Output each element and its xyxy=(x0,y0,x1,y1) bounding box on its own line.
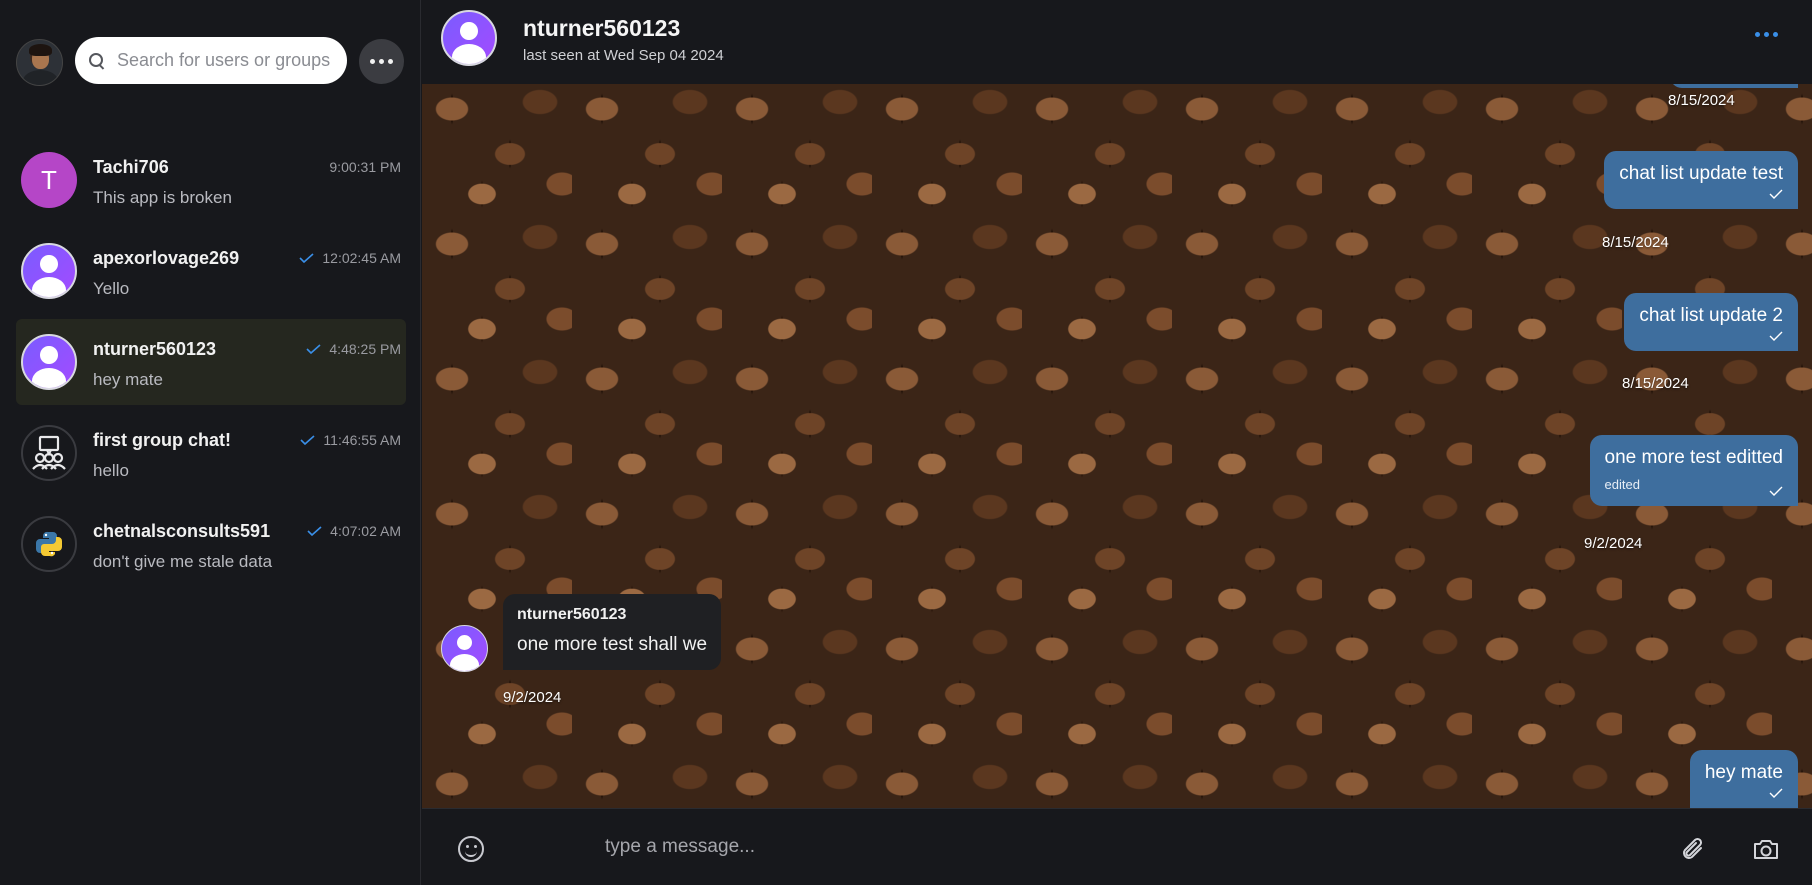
read-check-icon xyxy=(299,253,314,263)
chat-name: first group chat! xyxy=(93,430,231,450)
message-input[interactable] xyxy=(605,827,1605,867)
message-date: 9/2/2024 xyxy=(1584,535,1643,552)
sent-check-icon xyxy=(1769,486,1783,496)
chat-last-message: don't give me stale data xyxy=(93,552,273,571)
sidebar: T Tachi706 9:00:31 PM This app is broken… xyxy=(0,0,421,885)
chat-time: 11:46:55 AM xyxy=(300,432,401,448)
message-date: 8/15/2024 xyxy=(1622,375,1689,392)
chat-header: nturner560123 last seen at Wed Sep 04 20… xyxy=(422,0,1812,84)
chat-last-message: hey mate xyxy=(93,370,163,389)
edited-label: edited xyxy=(1604,477,1640,492)
chat-name: nturner560123 xyxy=(93,339,217,359)
message-text: chat list update test xyxy=(1619,163,1783,184)
chat-time: 9:00:31 PM xyxy=(329,159,401,175)
message-bubble-out[interactable]: chat list update 2 xyxy=(1624,293,1798,351)
message-text: hey mate xyxy=(1704,762,1783,783)
message-bubble-out[interactable]: one more test editted edited xyxy=(1589,435,1798,506)
message-text: one more test shall we xyxy=(517,634,708,655)
emoji-icon[interactable] xyxy=(458,836,484,862)
read-check-icon xyxy=(307,526,322,536)
search-box[interactable] xyxy=(75,37,347,84)
chat-item-apexorlovage269[interactable]: apexorlovage269 12:02:45 AM Yello xyxy=(16,228,406,314)
chat-panel: nturner560123 last seen at Wed Sep 04 20… xyxy=(422,0,1812,885)
camera-icon[interactable] xyxy=(1752,836,1780,862)
user-avatar-icon[interactable] xyxy=(441,10,497,66)
message-bubble-out[interactable]: chat list update test xyxy=(1604,151,1798,209)
chat-last-message: Yello xyxy=(93,279,130,298)
chat-last-message: This app is broken xyxy=(93,188,232,207)
sent-check-icon xyxy=(1769,189,1783,199)
group-icon xyxy=(21,425,77,481)
chat-time: 12:02:45 AM xyxy=(299,250,401,266)
read-check-icon xyxy=(300,435,315,445)
search-icon xyxy=(87,51,107,71)
message-date: 9/2/2024 xyxy=(503,689,562,706)
chat-item-tachi706[interactable]: T Tachi706 9:00:31 PM This app is broken xyxy=(16,137,406,223)
last-seen-status: last seen at Wed Sep 04 2024 xyxy=(523,47,724,64)
message-bubble-in[interactable]: nturner560123 one more test shall we xyxy=(503,594,722,670)
sidebar-top-bar xyxy=(16,37,404,87)
chat-time: 4:48:25 PM xyxy=(306,341,401,357)
message-author: nturner560123 xyxy=(517,606,627,623)
message-text: chat list update 2 xyxy=(1639,305,1783,326)
sent-check-icon xyxy=(1769,331,1783,341)
more-options-icon[interactable] xyxy=(1755,32,1778,37)
user-avatar-icon xyxy=(21,243,77,299)
message-bubble-out[interactable] xyxy=(1670,84,1798,88)
message-area[interactable]: 8/15/2024 chat list update test 8/15/202… xyxy=(422,84,1812,808)
chat-time: 4:07:02 AM xyxy=(307,523,401,539)
chat-name: apexorlovage269 xyxy=(93,248,240,268)
chat-list: T Tachi706 9:00:31 PM This app is broken… xyxy=(16,137,406,592)
sent-check-icon xyxy=(1769,788,1783,798)
chat-last-message: hello xyxy=(93,461,129,480)
my-avatar[interactable] xyxy=(16,39,63,86)
attach-icon[interactable] xyxy=(1679,835,1709,865)
sidebar-more-button[interactable] xyxy=(359,39,404,84)
message-text: one more test editted xyxy=(1604,447,1784,468)
read-check-icon xyxy=(306,344,321,354)
python-icon xyxy=(21,516,77,572)
message-composer xyxy=(422,808,1812,885)
message-bubble-out[interactable]: hey mate xyxy=(1689,750,1798,808)
chat-name: Tachi706 xyxy=(93,157,169,177)
user-avatar-icon xyxy=(21,334,77,390)
chat-item-chetnalsconsults591[interactable]: chetnalsconsults591 4:07:02 AM don't giv… xyxy=(16,501,406,587)
search-input[interactable] xyxy=(117,50,337,71)
avatar: T xyxy=(21,152,77,208)
message-date: 8/15/2024 xyxy=(1668,92,1735,109)
chat-item-nturner560123[interactable]: nturner560123 4:48:25 PM hey mate xyxy=(16,319,406,405)
user-avatar-icon[interactable] xyxy=(441,625,488,672)
chat-item-first-group-chat[interactable]: first group chat! 11:46:55 AM hello xyxy=(16,410,406,496)
message-date: 8/15/2024 xyxy=(1602,234,1669,251)
chat-title[interactable]: nturner560123 xyxy=(523,15,680,42)
chat-name: chetnalsconsults591 xyxy=(93,521,271,541)
